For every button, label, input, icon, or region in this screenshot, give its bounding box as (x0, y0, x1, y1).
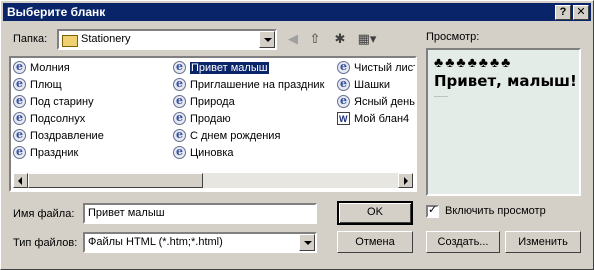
scrollbar-thumb[interactable] (28, 173, 203, 188)
scroll-left-button[interactable] (13, 173, 28, 188)
show-preview-checkbox[interactable] (426, 203, 439, 218)
lookin-label: Папка: (13, 33, 48, 45)
list-item[interactable]: Плющ (13, 76, 62, 93)
horizontal-scrollbar[interactable] (13, 173, 413, 188)
create-button[interactable]: Создать... (426, 231, 500, 253)
preview-decoration: ♣♣♣♣♣♣♣ (434, 54, 513, 70)
chevron-down-icon[interactable] (299, 234, 315, 251)
list-item[interactable]: Подсолнух (13, 110, 85, 127)
list-item[interactable]: Праздник (13, 144, 78, 161)
lookin-value: Stationery (81, 33, 131, 45)
filename-input[interactable]: Привет малыш (83, 203, 317, 224)
list-item[interactable]: Мой блан4 (337, 111, 409, 127)
views-menu-icon[interactable]: ▦▾ (355, 31, 379, 47)
help-button[interactable]: ? (555, 5, 571, 20)
list-item[interactable]: Молния (13, 59, 70, 76)
html-file-icon (13, 127, 26, 143)
preview-label: Просмотр: (426, 31, 480, 43)
preview-small-text-icon: ~~~~~~ (434, 94, 449, 99)
word-doc-icon (337, 111, 350, 127)
filename-label: Имя файла: (13, 208, 75, 220)
list-item-selected[interactable]: Привет малыш (173, 59, 269, 76)
list-item[interactable]: Ясный день (337, 93, 415, 110)
chevron-down-icon[interactable] (259, 31, 275, 48)
lookin-dropdown[interactable]: Stationery (57, 29, 277, 50)
back-arrow-icon[interactable]: ◀ (284, 31, 302, 47)
html-file-icon (13, 93, 26, 109)
list-item[interactable]: Чистый лист (337, 59, 415, 76)
list-item[interactable]: С днем рождения (173, 127, 280, 144)
list-item[interactable]: Циновка (173, 144, 234, 161)
close-button[interactable]: ✕ (573, 5, 589, 20)
filetype-dropdown[interactable]: Файлы HTML (*.htm;*.html) (83, 232, 317, 253)
list-item[interactable]: Приглашение на праздник (173, 76, 324, 93)
list-item[interactable]: Поздравление (13, 127, 104, 144)
html-file-icon (13, 59, 26, 75)
choose-form-dialog: Выберите бланк ? ✕ Папка: Stationery ◀ ⇧… (0, 0, 594, 270)
folder-icon (62, 35, 78, 47)
modify-button[interactable]: Изменить (505, 231, 581, 253)
list-item[interactable]: Природа (173, 93, 235, 110)
file-list[interactable]: Молния Плющ Под старину Подсолнух Поздра… (9, 56, 417, 192)
html-file-icon (337, 59, 350, 75)
html-file-icon (173, 110, 186, 126)
file-column-3: Чистый лист Шашки Ясный день Мой блан4 (337, 58, 415, 178)
new-folder-icon[interactable]: ✱ (331, 31, 349, 47)
html-file-icon (173, 93, 186, 109)
list-item[interactable]: Под старину (13, 93, 94, 110)
html-file-icon (13, 144, 26, 160)
html-file-icon (337, 93, 350, 109)
list-item[interactable]: Продаю (173, 110, 231, 127)
ok-button[interactable]: OK (337, 201, 413, 225)
html-file-icon (173, 144, 186, 160)
html-file-icon (337, 76, 350, 92)
dialog-title: Выберите бланк (7, 5, 106, 19)
filetype-value: Файлы HTML (*.htm;*.html) (88, 236, 223, 248)
html-file-icon (173, 127, 186, 143)
filename-value: Привет малыш (88, 207, 165, 219)
title-bar: Выберите бланк ? ✕ (3, 3, 591, 21)
scroll-right-button[interactable] (398, 173, 413, 188)
cancel-button[interactable]: Отмена (337, 231, 413, 253)
show-preview-label: Включить просмотр (445, 205, 546, 217)
preview-headline: Привет, малыш! (434, 72, 577, 90)
html-file-icon (173, 59, 186, 75)
preview-pane: ♣♣♣♣♣♣♣ Привет, малыш! ~~~~~~ (426, 48, 581, 196)
html-file-icon (13, 76, 26, 92)
html-file-icon (13, 110, 26, 126)
up-folder-icon[interactable]: ⇧ (306, 31, 324, 47)
html-file-icon (173, 76, 186, 92)
list-item[interactable]: Шашки (337, 76, 390, 93)
filetype-label: Тип файлов: (13, 237, 78, 249)
